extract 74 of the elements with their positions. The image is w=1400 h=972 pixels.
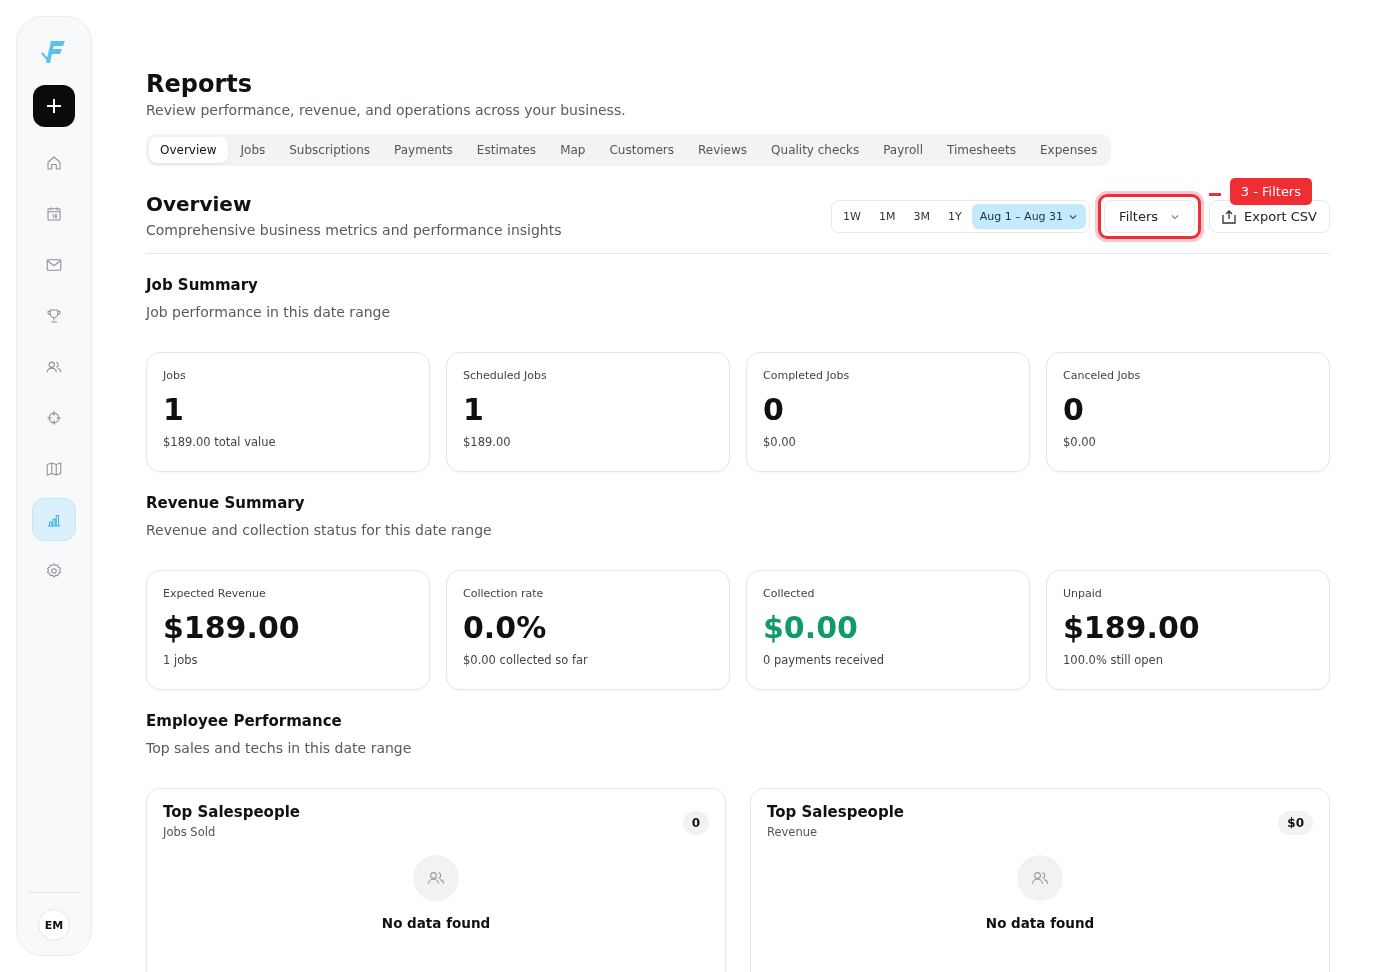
section-title: Revenue Summary — [146, 494, 306, 512]
crosshair-icon — [45, 408, 63, 427]
metric-value: 1 — [463, 392, 485, 427]
metric-value: 0 — [763, 392, 785, 427]
empty-state-text: No data found — [381, 915, 491, 931]
metric-label: Expected Revenue — [163, 587, 267, 600]
callout-pointer — [1209, 193, 1221, 196]
metric-label: Collection rate — [463, 587, 545, 600]
metric-note: $0.00 — [1063, 435, 1097, 449]
metric-value: $189.00 — [163, 610, 301, 645]
tab[interactable]: Customers — [598, 137, 685, 163]
range-option[interactable]: 1Y — [939, 204, 970, 229]
metric-note: $189.00 total value — [163, 435, 277, 449]
metric-label: Scheduled Jobs — [463, 369, 548, 382]
section-subtitle: Comprehensive business metrics and performance insights — [146, 222, 562, 238]
tab[interactable]: Jobs — [229, 137, 277, 163]
tab[interactable]: Reviews — [687, 137, 759, 163]
page-subtitle: Review performance, revenue, and operations across your business. — [146, 102, 627, 118]
metric-note: 1 jobs — [163, 653, 199, 667]
tab[interactable]: Payroll — [872, 137, 934, 163]
tab[interactable]: Subscriptions — [278, 137, 382, 163]
annotation-callout: 3 - Filters — [1229, 178, 1312, 205]
section-subtitle: Top sales and techs in this date range — [146, 740, 413, 756]
tab[interactable]: Quality checks — [760, 137, 871, 163]
plus-icon — [44, 96, 64, 116]
metric-note: 0 payments received — [763, 653, 886, 667]
add-button[interactable] — [33, 85, 75, 127]
calendar-icon — [45, 204, 63, 223]
metric-label: Canceled Jobs — [1063, 369, 1142, 382]
metric-note: $0.00 — [763, 435, 797, 449]
section-title: Employee Performance — [146, 712, 343, 730]
range-option[interactable]: 1M — [870, 204, 904, 229]
filters-button[interactable]: Filters — [1104, 200, 1196, 233]
page-title: Reports — [146, 70, 254, 98]
tab[interactable]: Expenses — [1028, 137, 1109, 163]
empty-state-icon — [413, 855, 459, 901]
section-subtitle: Revenue and collection status for this date range — [146, 522, 493, 538]
metric-note: $0.00 collected so far — [463, 653, 589, 667]
settings-icon — [45, 561, 63, 580]
tab[interactable]: Estimates — [465, 137, 548, 163]
metric-value: $0.00 — [763, 610, 859, 645]
metric-note: 100.0% still open — [1063, 653, 1164, 667]
export-icon — [1222, 209, 1237, 224]
range-option[interactable]: 3M — [905, 204, 938, 229]
metric-label: Unpaid — [1063, 587, 1103, 600]
count-badge: $0 — [1278, 811, 1313, 835]
tab[interactable]: Map — [549, 137, 597, 163]
metric-label: Jobs — [163, 369, 187, 382]
empty-state-icon — [1017, 855, 1063, 901]
trophy-icon — [45, 306, 63, 325]
empty-state-text: No data found — [985, 915, 1095, 931]
metric-label: Completed Jobs — [763, 369, 851, 382]
metric-value: 1 — [163, 392, 185, 427]
metric-label: Collected — [763, 587, 816, 600]
map-icon — [45, 459, 63, 478]
tab[interactable]: Overview — [149, 137, 228, 163]
range-option[interactable]: Aug 1 – Aug 31 — [971, 204, 1087, 229]
range-option[interactable]: 1W — [835, 204, 869, 229]
card-title: Top Salespeople — [767, 803, 904, 821]
card-title: Top Salespeople — [163, 803, 300, 821]
count-badge: 0 — [682, 811, 709, 835]
sidebar-item[interactable] — [32, 498, 76, 541]
section-subtitle: Job performance in this date range — [146, 304, 392, 320]
card-subtitle: Revenue — [767, 825, 819, 839]
card-subtitle: Jobs Sold — [163, 825, 217, 839]
tab[interactable]: Timesheets — [936, 137, 1027, 163]
metric-value: 0 — [1063, 392, 1085, 427]
metric-note: $189.00 — [463, 435, 512, 449]
tab[interactable]: Payments — [383, 137, 464, 163]
metric-value: $189.00 — [1063, 610, 1201, 645]
user-avatar[interactable]: EM — [38, 909, 70, 941]
section-title: Job Summary — [146, 276, 259, 294]
section-title: Overview — [146, 192, 253, 216]
metric-value: 0.0% — [463, 610, 548, 645]
